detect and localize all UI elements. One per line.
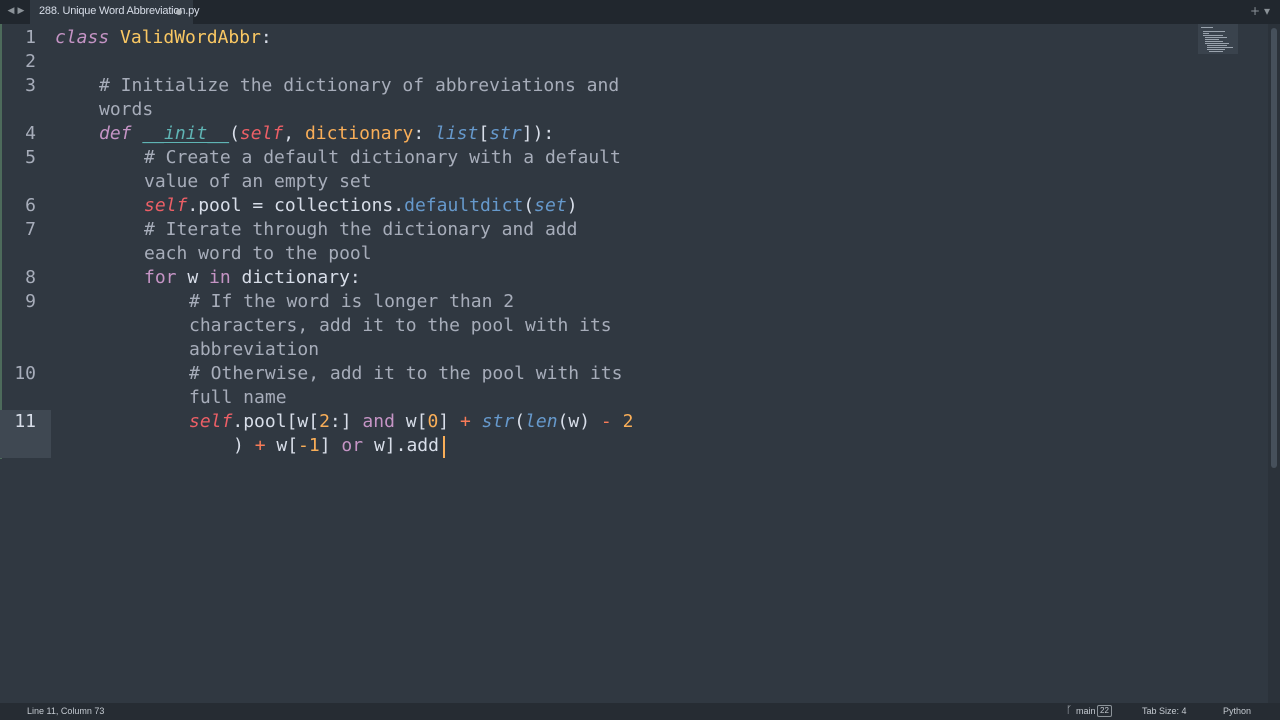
comment-line: value of an empty set (144, 171, 372, 192)
code-line-6: self.pool = collections.defaultdict(set) (144, 195, 578, 216)
git-branch[interactable]: main (1076, 706, 1096, 716)
scrollbar-thumb[interactable] (1271, 28, 1277, 468)
line-number: 1 (25, 27, 36, 48)
comment-line: characters, add it to the pool with its (189, 315, 612, 336)
comment-line: # Initialize the dictionary of abbreviat… (99, 75, 620, 96)
code-line-11: self.pool[w[2:] and w[0] + str(len(w) - … (189, 411, 634, 432)
unsaved-dot-icon[interactable] (176, 9, 182, 15)
code-line-11-wrap: ) + w[-1] or w].add (233, 435, 439, 456)
tab-menu-icon[interactable]: ▾ (1264, 4, 1270, 18)
comment-line: each word to the pool (144, 243, 372, 264)
tab-bar: ◀ ▶ 288. Unique Word Abbreviation.py + ▾ (0, 0, 1280, 24)
line-number-active: 11 (14, 411, 36, 432)
line-number: 5 (25, 147, 36, 168)
syntax-selector[interactable]: Python (1223, 706, 1251, 716)
vertical-scrollbar[interactable] (1268, 24, 1280, 703)
comment-line: # Iterate through the dictionary and add (144, 219, 578, 240)
minimap[interactable] (1198, 24, 1238, 54)
code-editor[interactable]: 1 2 3 4 5 6 7 8 9 10 11 class ValidWordA… (0, 24, 1268, 703)
back-arrow-icon[interactable]: ◀ (6, 4, 16, 18)
new-tab-icon[interactable]: + (1250, 4, 1260, 18)
code-line-8: for w in dictionary: (144, 267, 361, 288)
tab-file[interactable]: 288. Unique Word Abbreviation.py (30, 0, 200, 24)
line-number: 9 (25, 291, 36, 312)
comment-line: abbreviation (189, 339, 320, 360)
status-bar: Line 11, Column 73 ᚴ main 22 Tab Size: 4… (0, 703, 1280, 720)
comment-line: words (99, 99, 154, 120)
line-number: 6 (25, 195, 36, 216)
line-number: 4 (25, 123, 36, 144)
git-changes-badge: 22 (1097, 705, 1112, 717)
line-number: 7 (25, 219, 36, 240)
code-line-4: def __init__(self, dictionary: list[str]… (99, 123, 555, 144)
text-cursor (443, 436, 445, 458)
comment-line: full name (189, 387, 287, 408)
comment-line: # Create a default dictionary with a def… (144, 147, 621, 168)
comment-line: # Otherwise, add it to the pool with its (189, 363, 623, 384)
line-number: 2 (25, 51, 36, 72)
line-number: 10 (14, 363, 36, 384)
git-branch-icon: ᚴ (1066, 705, 1072, 716)
forward-arrow-icon[interactable]: ▶ (16, 4, 26, 18)
cursor-position[interactable]: Line 11, Column 73 (27, 706, 104, 716)
code-line-1: class ValidWordAbbr: (55, 27, 272, 48)
tab-size[interactable]: Tab Size: 4 (1142, 706, 1187, 716)
line-number: 8 (25, 267, 36, 288)
comment-line: # If the word is longer than 2 (189, 291, 515, 312)
line-number: 3 (25, 75, 36, 96)
